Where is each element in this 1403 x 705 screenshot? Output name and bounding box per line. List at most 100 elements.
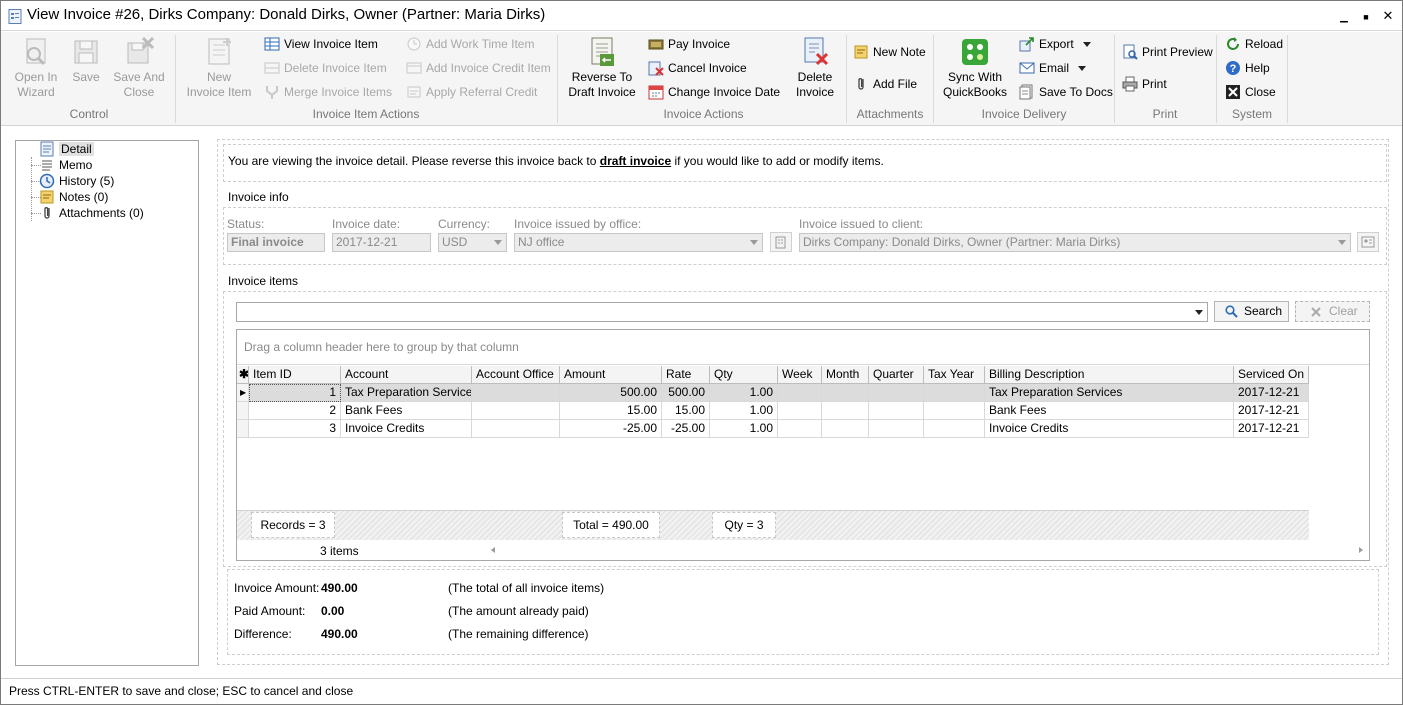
office-select: NJ office [514, 233, 763, 252]
minimize-button[interactable]: ▁ [1335, 7, 1353, 25]
print-preview-button[interactable]: Print Preview [1122, 42, 1213, 62]
table-cell[interactable] [869, 420, 924, 438]
table-cell[interactable]: Bank Fees [985, 402, 1234, 420]
column-header-tax-year[interactable]: Tax Year [924, 366, 985, 384]
table-cell[interactable]: 2017-12-21 [1234, 384, 1309, 402]
table-cell[interactable]: Tax Preparation Services [985, 384, 1234, 402]
table-cell[interactable]: 3 [249, 420, 341, 438]
clear-button[interactable]: Clear [1295, 301, 1370, 322]
pay-invoice-button[interactable]: Pay Invoice [648, 34, 730, 54]
export-button[interactable]: Export [1019, 34, 1092, 54]
column-header-account[interactable]: Account [341, 366, 472, 384]
column-header-amount[interactable]: Amount [560, 366, 662, 384]
table-cell[interactable] [822, 402, 869, 420]
email-button[interactable]: Email [1019, 58, 1087, 78]
nav-item-detail[interactable]: Detail [39, 141, 94, 157]
nav-item-attachments[interactable]: Attachments (0) [39, 205, 144, 221]
merge-invoice-items-button[interactable]: Merge Invoice Items [264, 82, 392, 102]
column-header-item-id[interactable]: Item ID [249, 366, 341, 384]
table-cell[interactable] [869, 384, 924, 402]
table-cell[interactable] [924, 384, 985, 402]
table-cell[interactable]: Invoice Credits [341, 420, 472, 438]
nav-item-history[interactable]: History (5) [39, 173, 114, 189]
group-by-panel[interactable]: Drag a column header here to group by th… [237, 330, 1369, 365]
column-header-week[interactable]: Week [778, 366, 822, 384]
table-cell[interactable] [472, 402, 560, 420]
column-header-account-office[interactable]: Account Office [472, 366, 560, 384]
add-file-label: Add File [873, 77, 918, 91]
view-invoice-item-button[interactable]: View Invoice Item [264, 34, 378, 54]
cancel-invoice-button[interactable]: Cancel Invoice [648, 58, 747, 78]
table-cell[interactable]: -25.00 [560, 420, 662, 438]
sync-quickbooks-button[interactable]: Sync With QuickBooks [942, 36, 1008, 100]
search-button[interactable]: Search [1214, 301, 1289, 322]
table-cell[interactable] [778, 384, 822, 402]
column-header-billing-description[interactable]: Billing Description [985, 366, 1234, 384]
table-cell[interactable] [778, 420, 822, 438]
table-cell[interactable]: 500.00 [662, 384, 710, 402]
chevron-down-icon[interactable] [1195, 310, 1203, 315]
horizontal-scrollbar[interactable] [491, 543, 1371, 559]
column-header-serviced-on[interactable]: Serviced On [1234, 366, 1309, 384]
table-cell[interactable] [924, 420, 985, 438]
save-button[interactable]: Save [67, 36, 105, 85]
add-work-time-item-button[interactable]: Add Work Time Item [406, 34, 534, 54]
help-button[interactable]: ? Help [1225, 58, 1270, 78]
column-header-rate[interactable]: Rate [662, 366, 710, 384]
column-header-qty[interactable]: Qty [710, 366, 778, 384]
delete-invoice-item-button[interactable]: Delete Invoice Item [264, 58, 387, 78]
system-close-button[interactable]: Close [1225, 82, 1276, 102]
table-cell[interactable]: 2 [249, 402, 341, 420]
close-window-button[interactable]: ✕ [1379, 7, 1397, 25]
note-icon [40, 190, 54, 204]
column-header-quarter[interactable]: Quarter [869, 366, 924, 384]
table-cell[interactable] [822, 384, 869, 402]
table-cell[interactable]: Invoice Credits [985, 420, 1234, 438]
new-invoice-item-button[interactable]: New Invoice Item [185, 36, 253, 100]
office-details-button[interactable] [770, 232, 792, 252]
close-icon [1226, 85, 1240, 99]
table-cell[interactable]: 500.00 [560, 384, 662, 402]
add-invoice-credit-item-button[interactable]: Add Invoice Credit Item [406, 58, 551, 78]
scroll-left-icon[interactable] [491, 547, 495, 553]
apply-referral-credit-button[interactable]: Apply Referral Credit [406, 82, 537, 102]
reverse-to-draft-button[interactable]: Reverse To Draft Invoice [567, 36, 637, 100]
delete-invoice-button[interactable]: Delete Invoice [790, 36, 840, 100]
table-cell[interactable] [778, 402, 822, 420]
table-cell[interactable]: 1.00 [710, 420, 778, 438]
table-cell[interactable] [869, 402, 924, 420]
table-cell[interactable]: 2017-12-21 [1234, 420, 1309, 438]
print-button[interactable]: Print [1122, 74, 1167, 94]
add-file-button[interactable]: Add File [853, 74, 917, 94]
scroll-right-icon[interactable] [1359, 547, 1363, 553]
table-cell[interactable] [472, 420, 560, 438]
table-cell[interactable]: Tax Preparation Services [341, 384, 472, 402]
table-cell[interactable] [472, 384, 560, 402]
change-invoice-date-button[interactable]: Change Invoice Date [648, 82, 780, 102]
table-cell[interactable]: 1.00 [710, 384, 778, 402]
client-details-button[interactable] [1357, 232, 1379, 252]
maximize-button[interactable]: ■ [1357, 7, 1375, 25]
table-cell[interactable]: 15.00 [560, 402, 662, 420]
reload-button[interactable]: Reload [1225, 34, 1283, 54]
row-indicator [237, 420, 249, 438]
table-cell[interactable]: 15.00 [662, 402, 710, 420]
table-cell[interactable] [924, 402, 985, 420]
column-header-month[interactable]: Month [822, 366, 869, 384]
draft-invoice-link[interactable]: draft invoice [600, 154, 671, 168]
save-and-close-button[interactable]: Save And Close [111, 36, 167, 100]
table-cell[interactable]: Bank Fees [341, 402, 472, 420]
cancel-invoice-label: Cancel Invoice [668, 61, 747, 75]
table-cell[interactable]: -25.00 [662, 420, 710, 438]
table-cell[interactable]: 2017-12-21 [1234, 402, 1309, 420]
save-to-docs-button[interactable]: Save To Docs [1019, 82, 1113, 102]
table-cell[interactable]: 1 [249, 384, 341, 402]
table-cell[interactable]: 1.00 [710, 402, 778, 420]
nav-item-notes[interactable]: Notes (0) [39, 189, 108, 205]
open-in-wizard-button[interactable]: Open In Wizard [11, 36, 61, 100]
table-cell[interactable] [822, 420, 869, 438]
printer-icon [1122, 76, 1138, 92]
grid-search-input[interactable] [236, 302, 1208, 322]
nav-item-memo[interactable]: Memo [39, 157, 92, 173]
new-note-button[interactable]: New Note [853, 42, 926, 62]
